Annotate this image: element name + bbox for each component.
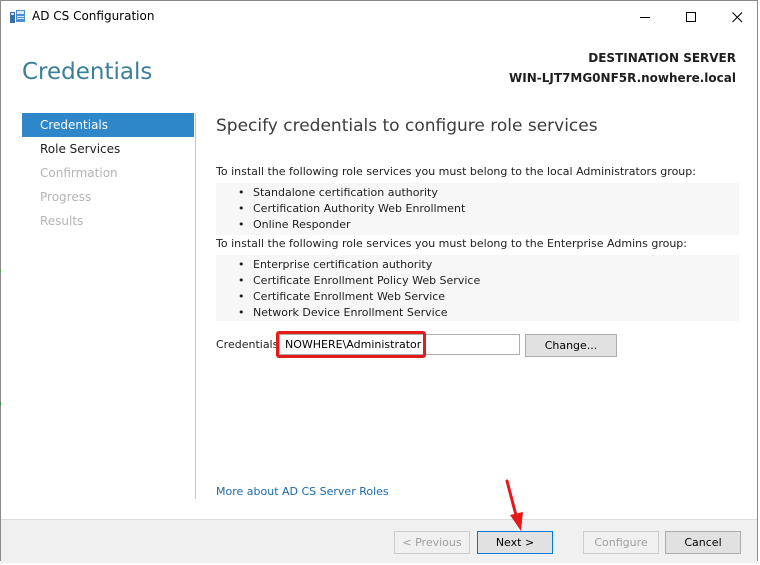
cancel-button[interactable]: Cancel bbox=[665, 531, 741, 554]
change-credentials-button[interactable]: Change... bbox=[525, 334, 617, 357]
list-item: Certificate Enrollment Policy Web Servic… bbox=[238, 273, 739, 289]
close-icon bbox=[731, 11, 743, 23]
list-item: Network Device Enrollment Service bbox=[238, 305, 739, 321]
edge-artifact bbox=[0, 402, 1, 405]
title-bar: AD CS Configuration bbox=[1, 1, 757, 33]
previous-button[interactable]: < Previous bbox=[394, 531, 470, 554]
ad-cs-configuration-window: AD CS Configuration Credentials DESTINAT… bbox=[0, 0, 758, 563]
close-button[interactable] bbox=[714, 1, 760, 33]
maximize-button[interactable] bbox=[668, 1, 714, 33]
configure-button[interactable]: Configure bbox=[583, 531, 659, 554]
list-item: Certification Authority Web Enrollment bbox=[238, 201, 739, 217]
list-item: Enterprise certification authority bbox=[238, 257, 739, 273]
nav-item-results: Results bbox=[40, 214, 84, 228]
nav-item-confirmation: Confirmation bbox=[40, 166, 118, 180]
local-admin-services-list: Standalone certification authority Certi… bbox=[216, 183, 739, 235]
more-about-adcs-link[interactable]: More about AD CS Server Roles bbox=[216, 485, 389, 498]
enterprise-admin-intro: To install the following role services y… bbox=[216, 237, 687, 250]
minimize-button[interactable] bbox=[622, 1, 668, 33]
page-title: Credentials bbox=[22, 59, 153, 85]
nav-item-credentials[interactable]: Credentials bbox=[22, 113, 194, 137]
list-item: Online Responder bbox=[238, 217, 739, 233]
destination-server-name: WIN-LJT7MG0NF5R.nowhere.local bbox=[509, 71, 736, 85]
credentials-field[interactable] bbox=[279, 334, 520, 355]
credentials-label: Credentials: bbox=[216, 338, 283, 351]
next-button[interactable]: Next > bbox=[477, 531, 553, 554]
local-admin-intro: To install the following role services y… bbox=[216, 165, 696, 178]
window-title: AD CS Configuration bbox=[32, 9, 155, 23]
server-manager-app-icon bbox=[10, 10, 26, 24]
destination-server-label: DESTINATION SERVER bbox=[588, 51, 736, 65]
wizard-navigation: Credentials Role Services Confirmation P… bbox=[22, 113, 194, 233]
wizard-footer: < Previous Next > Configure Cancel bbox=[1, 519, 757, 563]
list-item: Standalone certification authority bbox=[238, 185, 739, 201]
nav-item-progress: Progress bbox=[40, 190, 92, 204]
nav-item-role-services[interactable]: Role Services bbox=[22, 137, 194, 161]
maximize-icon bbox=[685, 11, 697, 23]
enterprise-admin-services-list: Enterprise certification authority Certi… bbox=[216, 255, 739, 321]
edge-artifact bbox=[0, 270, 1, 273]
minimize-icon bbox=[639, 12, 651, 23]
content-heading: Specify credentials to configure role se… bbox=[216, 116, 598, 136]
nav-divider bbox=[195, 113, 196, 499]
list-item: Certificate Enrollment Web Service bbox=[238, 289, 739, 305]
